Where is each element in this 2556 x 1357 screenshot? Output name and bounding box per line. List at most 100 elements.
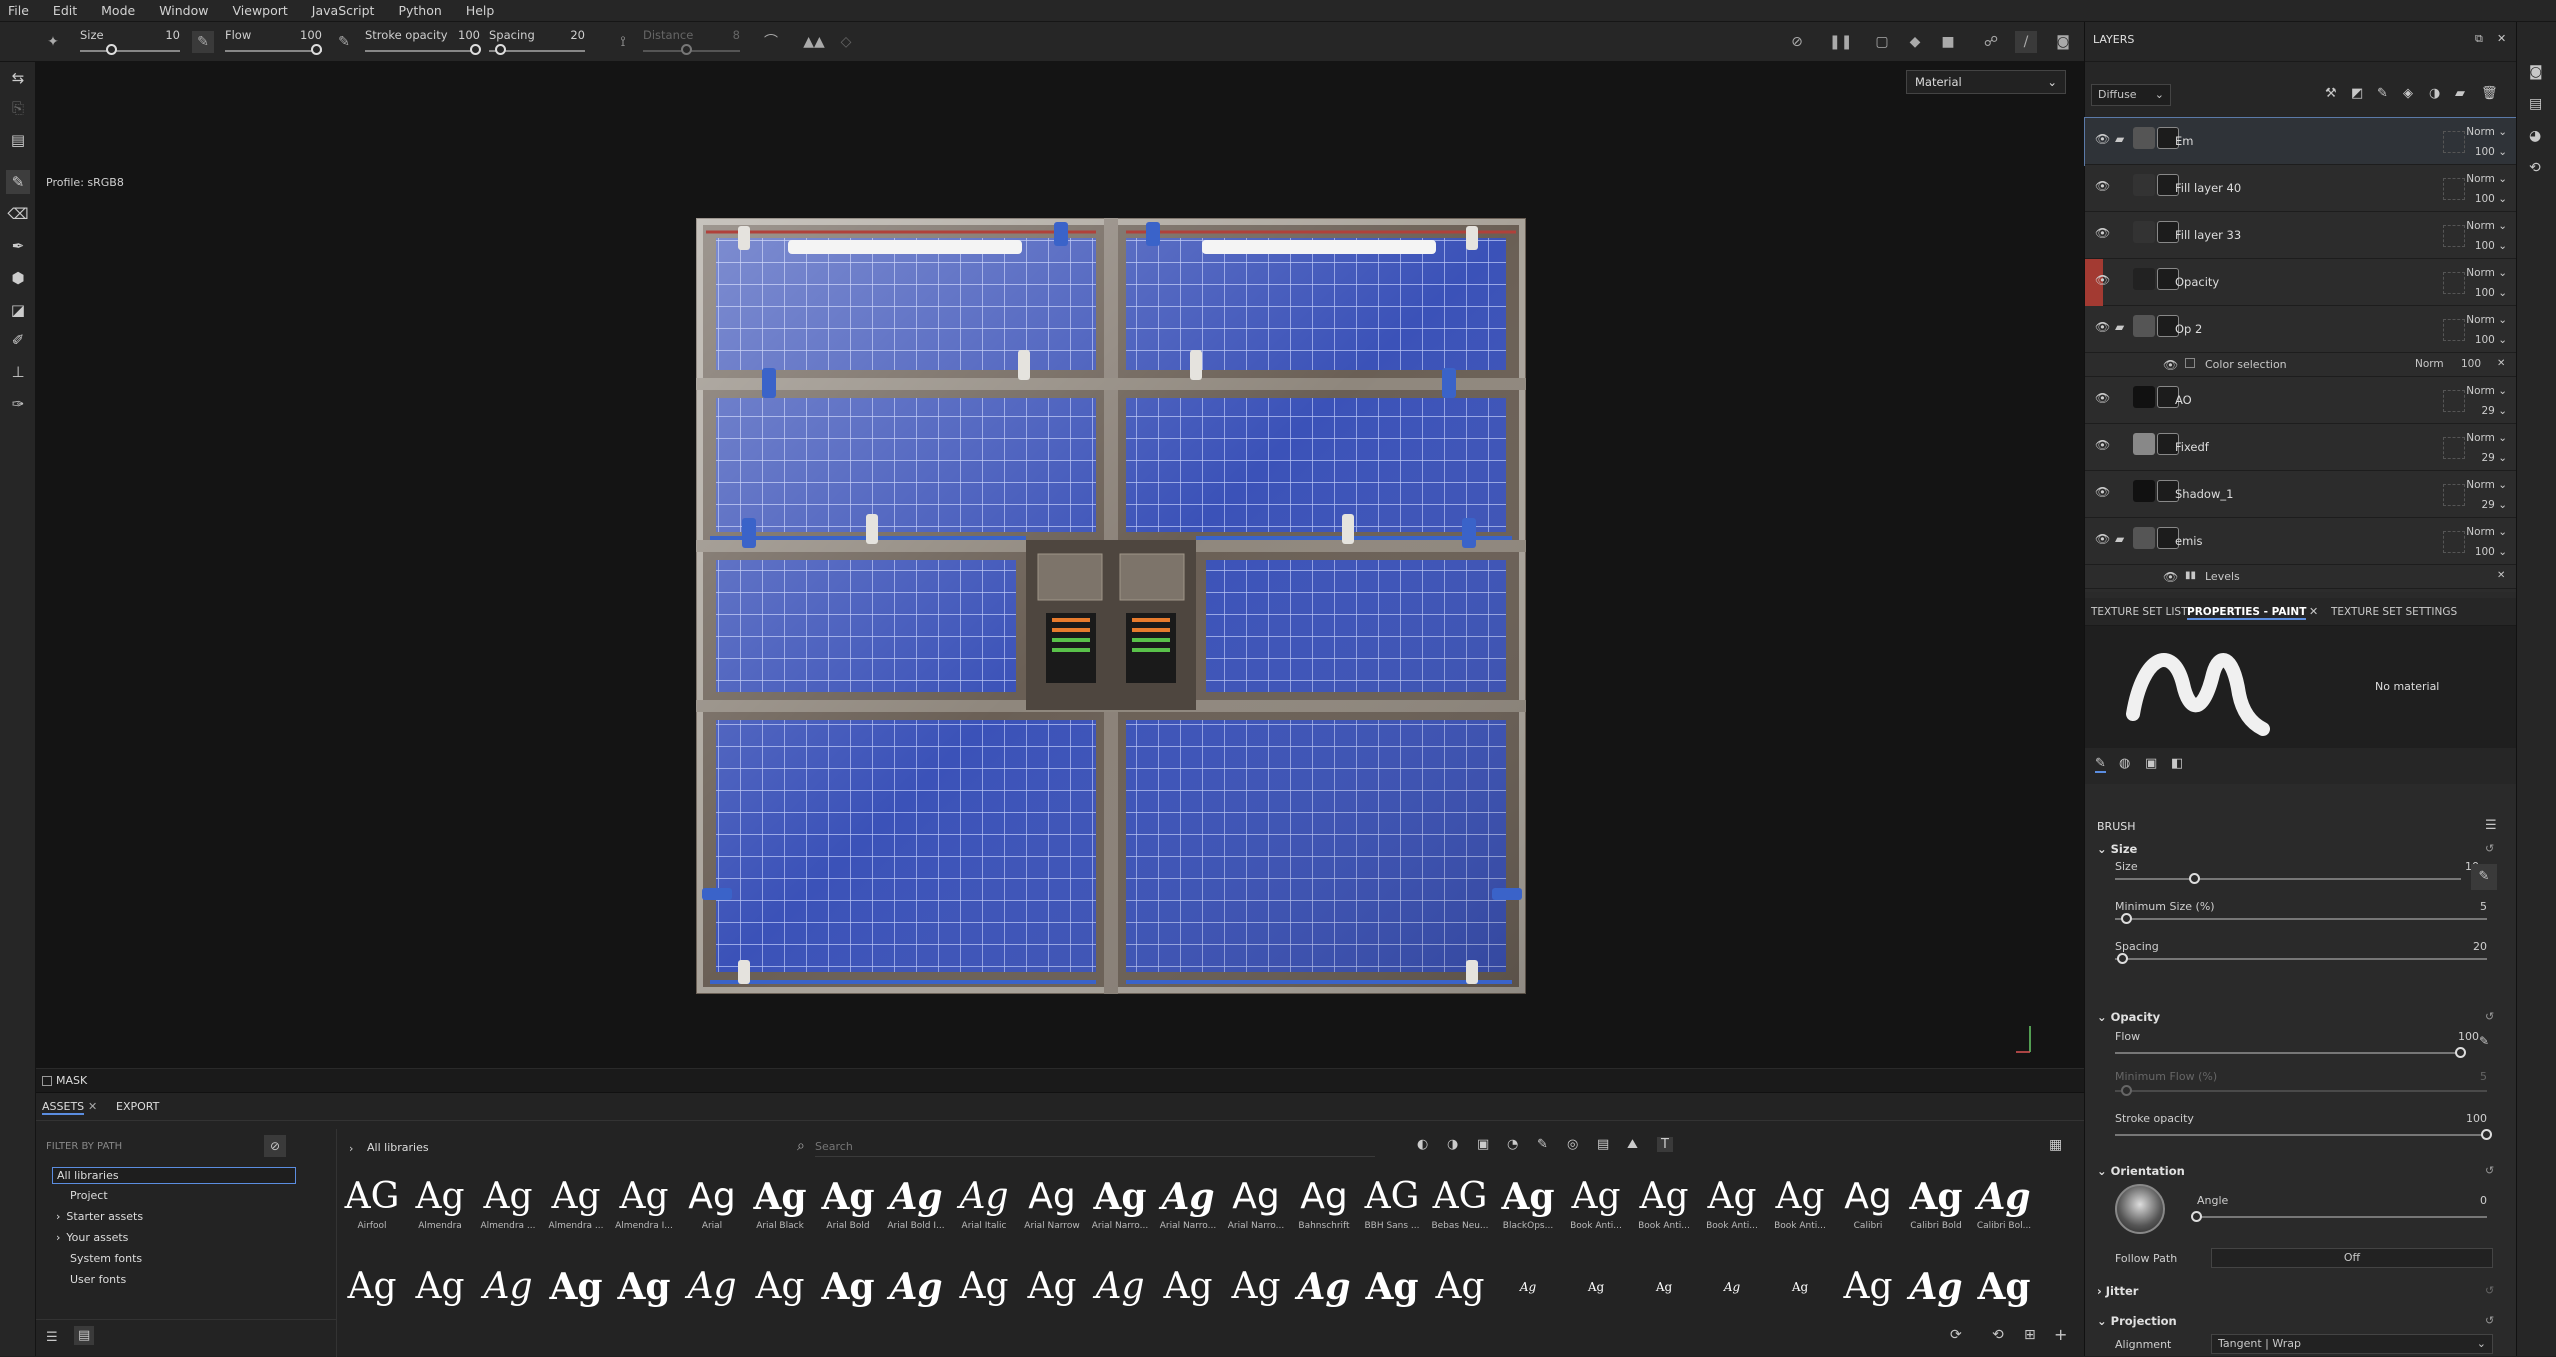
smudge-tool-icon[interactable]: ◪ — [6, 298, 30, 322]
visibility-eye-icon[interactable]: 👁 — [2095, 179, 2111, 193]
layer-blend-mode[interactable]: Norm — [2466, 479, 2495, 491]
font-asset[interactable]: Ag Arial Narro... — [1155, 1173, 1221, 1253]
orientation-section[interactable]: ⌄ Orientation — [2097, 1164, 2185, 1178]
mirror-alt-icon[interactable]: ◇ — [835, 31, 857, 53]
asset-filter-icon[interactable]: ◔ — [1507, 1137, 1518, 1152]
tab-assets[interactable]: ASSETS — [42, 1100, 85, 1115]
font-asset[interactable]: Ag — [679, 1263, 745, 1343]
view-3d-icon[interactable]: ◆ — [1904, 31, 1926, 53]
flow-slider-knob[interactable] — [311, 44, 322, 55]
flow-prop-knob[interactable] — [2455, 1047, 2466, 1058]
layer-blend-mode[interactable]: Norm — [2466, 314, 2495, 326]
asset-filter-icon[interactable]: ◎ — [1567, 1137, 1578, 1152]
import-icon[interactable]: ⊞ — [2024, 1327, 2036, 1343]
font-asset[interactable]: Ag — [543, 1263, 609, 1343]
font-asset[interactable]: AG BBH Sans ... — [1359, 1173, 1425, 1253]
font-asset[interactable]: Ag Book Anti... — [1767, 1173, 1833, 1253]
stamp-tool-icon[interactable]: ⊥ — [6, 360, 30, 384]
polyfill-tool-icon[interactable]: ⬢ — [6, 266, 30, 290]
pause-icon[interactable]: ❚❚ — [1829, 31, 1852, 53]
remove-effect-icon[interactable]: ✕ — [2497, 570, 2505, 581]
opacity-section[interactable]: ⌄ Opacity — [2097, 1010, 2160, 1024]
mask-checkbox[interactable] — [42, 1076, 52, 1086]
add-folder-icon[interactable]: ▰ — [2455, 86, 2465, 101]
layer-row[interactable]: 👁 ▰ Op 2 Norm ⌄ 100 ⌄ — [2085, 306, 2517, 353]
menu-item-mode[interactable]: Mode — [101, 3, 135, 18]
layers-dock-icon[interactable]: ◙ — [2529, 64, 2543, 80]
tree-item[interactable]: All libraries — [52, 1167, 296, 1184]
history-dock-icon[interactable]: ⟲ — [2529, 160, 2541, 176]
move-tool-icon[interactable]: ⇆ — [6, 66, 30, 90]
size-slider[interactable] — [80, 50, 180, 52]
layer-opacity[interactable]: 100 — [2475, 287, 2495, 299]
font-asset[interactable]: Ag Calibri Bold — [1903, 1173, 1969, 1253]
projection-section[interactable]: ⌄ Projection — [2097, 1314, 2177, 1328]
size-section[interactable]: ⌄ Size — [2097, 842, 2137, 856]
font-asset[interactable]: Ag Arial Narro... — [1223, 1173, 1289, 1253]
add-paint-layer-icon[interactable]: ✎ — [2377, 86, 2388, 101]
size-prop-slider[interactable] — [2115, 878, 2461, 880]
layer-name[interactable]: Fill layer 40 — [2175, 181, 2241, 195]
font-asset[interactable]: Ag Arial Italic — [951, 1173, 1017, 1253]
lazy-mouse-icon[interactable]: ⟟ — [612, 31, 634, 53]
spacing-slider-knob[interactable] — [495, 44, 506, 55]
font-asset[interactable]: Ag — [1631, 1263, 1697, 1343]
reset-orientation-icon[interactable]: ↺ — [2485, 1164, 2494, 1177]
material-tab-icon[interactable]: ◍ — [2119, 756, 2130, 771]
grid-view-icon[interactable]: ▦ — [2049, 1137, 2062, 1153]
layer-row[interactable]: 👁 Shadow_1 Norm ⌄ 29 ⌄ — [2085, 471, 2517, 518]
layer-name[interactable]: Opacity — [2175, 275, 2219, 289]
layer-row[interactable]: 👁 AO Norm ⌄ 29 ⌄ — [2085, 377, 2517, 424]
font-asset[interactable]: Ag Book Anti... — [1631, 1173, 1697, 1253]
reset-jitter-icon[interactable]: ↺ — [2485, 1284, 2494, 1297]
font-asset[interactable]: Ag — [611, 1263, 677, 1343]
asset-filter-icon[interactable]: ✎ — [1537, 1137, 1548, 1152]
asset-filter-icon[interactable]: ◑ — [1447, 1137, 1458, 1152]
min-flow-slider[interactable] — [2115, 1090, 2487, 1092]
list-view-icon[interactable]: ☰ — [46, 1330, 58, 1345]
filter-toggle-icon[interactable]: ⊘ — [264, 1135, 286, 1157]
float-panel-icon[interactable]: ⧉ — [2475, 32, 2483, 46]
properties-dock-icon[interactable]: ▤ — [2529, 96, 2542, 112]
visibility-eye-icon[interactable]: 👁 — [2095, 485, 2111, 499]
layer-blend-mode[interactable]: Norm — [2466, 220, 2495, 232]
layer-mask-slot[interactable] — [2443, 131, 2465, 153]
layer-opacity[interactable]: 100 — [2475, 146, 2495, 158]
follow-path-toggle[interactable]: Off — [2211, 1248, 2493, 1268]
distance-slider-knob[interactable] — [681, 44, 692, 55]
menu-item-javascript[interactable]: JavaScript — [312, 3, 375, 18]
layer-opacity[interactable]: 100 — [2475, 334, 2495, 346]
tab-export[interactable]: EXPORT — [116, 1100, 159, 1113]
tree-item[interactable]: User fonts — [66, 1272, 130, 1287]
layer-opacity[interactable]: 100 — [2475, 240, 2495, 252]
camera-icon[interactable]: ■ — [1937, 31, 1959, 53]
add-mask-icon[interactable]: ◩ — [2351, 86, 2363, 101]
breadcrumb-chevron-icon[interactable]: › — [349, 1142, 353, 1155]
font-asset[interactable]: Ag — [815, 1263, 881, 1343]
effect-name[interactable]: Color selection — [2205, 358, 2287, 371]
min-size-knob[interactable] — [2121, 913, 2132, 924]
paint-mode-icon[interactable]: / — [2015, 31, 2037, 53]
add-instance-icon[interactable]: ◑ — [2429, 86, 2440, 101]
layer-name[interactable]: Shadow_1 — [2175, 487, 2233, 501]
tree-item[interactable]: › Your assets — [52, 1230, 132, 1245]
asset-filter-icon[interactable]: T — [1657, 1137, 1673, 1152]
tree-item[interactable]: › Starter assets — [52, 1209, 147, 1224]
layer-name[interactable]: Fixedf — [2175, 440, 2209, 454]
layer-opacity[interactable]: 100 — [2475, 546, 2495, 558]
min-flow-knob[interactable] — [2121, 1085, 2132, 1096]
font-asset[interactable]: Ag — [1359, 1263, 1425, 1343]
bake-icon[interactable]: ☍ — [1980, 31, 2002, 53]
jitter-section[interactable]: › Jitter — [2097, 1284, 2138, 1298]
layer-row[interactable]: 👁 Fill layer 40 Norm ⌄ 100 ⌄ — [2085, 165, 2517, 212]
menu-item-window[interactable]: Window — [159, 3, 208, 18]
add-fill-layer-icon[interactable]: ◈ — [2403, 86, 2413, 101]
font-asset[interactable]: Ag Arial — [679, 1173, 745, 1253]
clone-stamp-icon[interactable]: ✐ — [6, 328, 30, 352]
layer-blend-mode[interactable]: Norm — [2466, 526, 2495, 538]
layer-row[interactable]: 👁 ▰ Em Norm ⌄ 100 ⌄ — [2084, 117, 2518, 166]
layer-blend-mode[interactable]: Norm — [2466, 267, 2495, 279]
min-size-slider[interactable] — [2115, 918, 2487, 920]
layer-name[interactable]: AO — [2175, 393, 2192, 407]
reset-opacity-icon[interactable]: ↺ — [2485, 1010, 2494, 1023]
